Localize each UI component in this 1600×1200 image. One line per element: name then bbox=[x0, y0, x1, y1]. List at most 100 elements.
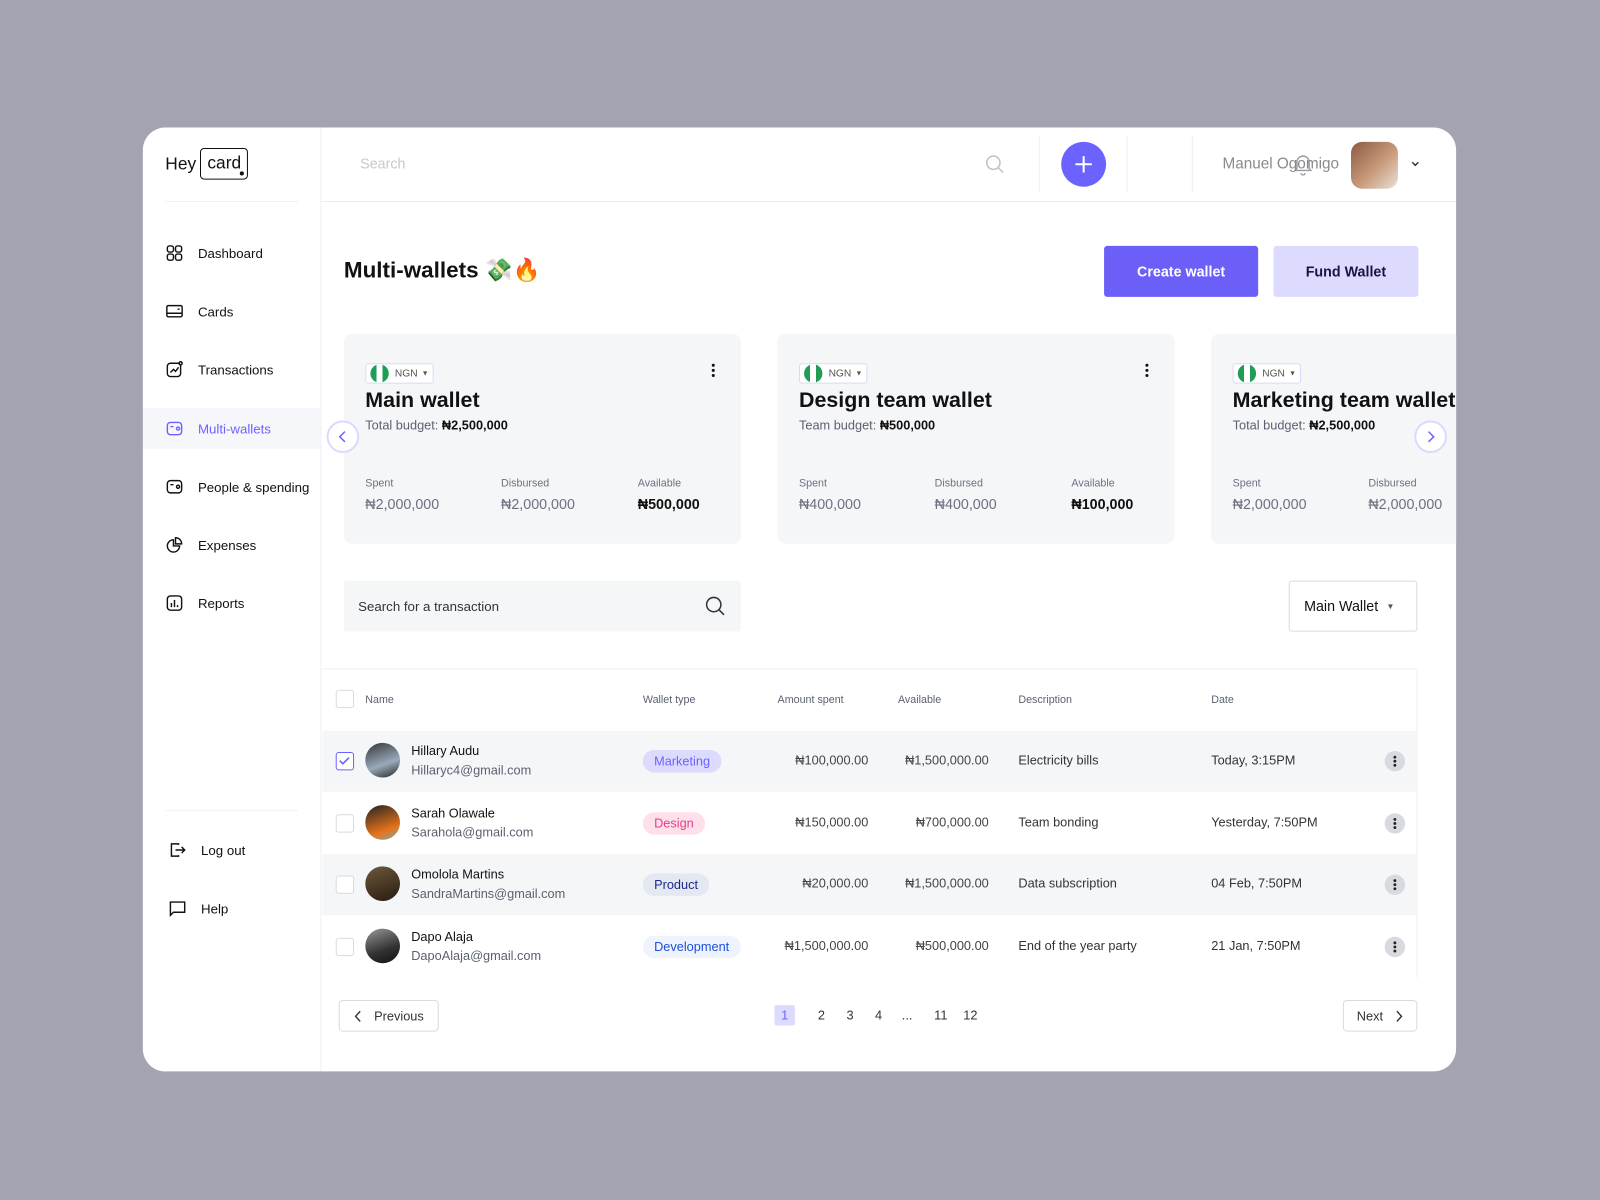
avatar bbox=[365, 928, 400, 964]
fund-wallet-button[interactable]: Fund Wallet bbox=[1273, 245, 1419, 297]
page-button[interactable]: 3 bbox=[840, 1005, 860, 1025]
available-amount: ₦1,500,000.00 bbox=[905, 876, 989, 892]
divider bbox=[1191, 135, 1193, 193]
currency-select[interactable]: NGN ▼ bbox=[798, 363, 868, 384]
budget-label: Team budget: bbox=[798, 418, 877, 433]
card-icon bbox=[166, 304, 183, 318]
next-button[interactable]: Next bbox=[1342, 999, 1418, 1032]
disbursed-value: ₦2,000,000 bbox=[501, 495, 575, 513]
row-checkbox[interactable] bbox=[335, 937, 355, 957]
table-row[interactable]: Omolola Martins SandraMartins@gmail.com … bbox=[322, 854, 1417, 916]
table-row[interactable]: Dapo Alaja DapoAlaja@gmail.com Developme… bbox=[322, 916, 1416, 977]
budget-label: Total budget: bbox=[365, 418, 439, 433]
more-options-icon bbox=[1393, 879, 1397, 891]
wallet-budget: Total budget: ₦2,500,000 bbox=[365, 418, 508, 432]
sidebar-item-label: Dashboard bbox=[197, 245, 263, 261]
caret-down-icon: ▼ bbox=[855, 369, 863, 378]
transaction-search-input[interactable]: Search for a transaction bbox=[343, 580, 741, 632]
column-header[interactable]: Description bbox=[1018, 694, 1072, 706]
divider bbox=[322, 668, 1417, 670]
wallet-select[interactable]: Main Wallet ▼ bbox=[1288, 580, 1418, 632]
available-label: Available bbox=[1071, 477, 1115, 490]
column-header[interactable]: Wallet type bbox=[643, 694, 696, 706]
page-button[interactable]: 4 bbox=[868, 1005, 888, 1025]
avatar[interactable] bbox=[1351, 141, 1398, 189]
logo[interactable]: Hey card bbox=[165, 147, 249, 180]
currency-select[interactable]: NGN ▼ bbox=[1232, 363, 1302, 384]
table-row[interactable]: Sarah Olawale Sarahola@gmail.com Design … bbox=[322, 793, 1416, 854]
select-all-checkbox[interactable] bbox=[335, 689, 355, 709]
carousel-prev-button[interactable] bbox=[328, 422, 358, 452]
sidebar-item-label: Transactions bbox=[197, 361, 274, 378]
sidebar-item-label: Reports bbox=[197, 595, 245, 611]
available-amount: ₦700,000.00 bbox=[915, 814, 989, 830]
column-header[interactable]: Date bbox=[1211, 694, 1234, 706]
currency-code: NGN bbox=[828, 367, 852, 380]
previous-button[interactable]: Previous bbox=[338, 999, 439, 1032]
chevron-right-icon bbox=[1428, 431, 1435, 443]
bar-chart-icon bbox=[166, 595, 183, 611]
wallet-card[interactable]: NGN ▼ Main wallet Total budget: ₦2,500,00… bbox=[343, 333, 741, 544]
date: Yesterday, 7:50PM bbox=[1211, 814, 1318, 830]
row-menu-button[interactable] bbox=[1384, 812, 1406, 834]
row-menu-button[interactable] bbox=[1384, 936, 1406, 958]
sidebar-item-help[interactable]: Help bbox=[143, 888, 321, 929]
table-row[interactable]: Hillary Audu Hillaryc4@gmail.com Marketi… bbox=[322, 730, 1417, 792]
sidebar-item-log-out[interactable]: Log out bbox=[143, 830, 321, 871]
budget-value: ₦500,000 bbox=[879, 418, 936, 433]
row-menu-button[interactable] bbox=[1384, 874, 1406, 896]
wallet-type-badge: Product bbox=[642, 873, 710, 897]
wallet-select-value: Main Wallet bbox=[1304, 597, 1379, 615]
column-header[interactable]: Name bbox=[365, 694, 394, 706]
row-checkbox[interactable] bbox=[335, 752, 355, 771]
person-email: SandraMartins@gmail.com bbox=[411, 887, 566, 902]
divider bbox=[165, 201, 298, 203]
column-header[interactable]: Available bbox=[898, 694, 941, 706]
search-input[interactable]: Search bbox=[360, 155, 405, 171]
sidebar-item-reports[interactable]: Reports bbox=[143, 583, 321, 624]
wallet-budget: Total budget: ₦2,500,000 bbox=[1233, 418, 1376, 432]
more-options-icon[interactable] bbox=[1144, 363, 1150, 378]
person-email: Sarahola@gmail.com bbox=[411, 825, 534, 840]
sidebar-item-multi-wallets[interactable]: Multi-wallets bbox=[142, 408, 321, 449]
add-button[interactable] bbox=[1061, 141, 1107, 187]
sidebar-item-expenses[interactable]: Expenses bbox=[143, 524, 321, 565]
currency-select[interactable]: NGN ▼ bbox=[365, 363, 434, 384]
sidebar-item-transactions[interactable]: Transactions bbox=[143, 349, 321, 390]
caret-down-icon: ▼ bbox=[421, 369, 429, 378]
person-name: Hillary Audu bbox=[411, 743, 480, 759]
logo-text: Hey bbox=[165, 153, 197, 173]
wallet-name: Design team wallet bbox=[798, 388, 992, 413]
divider bbox=[1416, 668, 1418, 978]
available-value: ₦100,000 bbox=[1071, 495, 1134, 513]
search-icon[interactable] bbox=[985, 154, 1005, 174]
row-checkbox[interactable] bbox=[335, 813, 355, 833]
wallet-card[interactable]: NGN ▼ Design team wallet Team budget: ₦50… bbox=[777, 333, 1175, 544]
more-options-icon bbox=[1393, 941, 1397, 953]
page-button[interactable]: 11 bbox=[931, 1005, 951, 1025]
wallet-type-badge: Design bbox=[642, 811, 706, 835]
carousel-next-button[interactable] bbox=[1416, 422, 1445, 452]
search-icon[interactable] bbox=[705, 596, 725, 616]
sidebar-item-label: People & spending bbox=[197, 479, 310, 495]
sidebar-item-cards[interactable]: Cards bbox=[143, 291, 321, 332]
page-button[interactable]: 2 bbox=[811, 1005, 831, 1025]
sidebar-item-dashboard[interactable]: Dashboard bbox=[143, 233, 321, 274]
sidebar-item-label: Cards bbox=[197, 303, 234, 319]
sidebar-item-people-spending[interactable]: People & spending bbox=[143, 466, 321, 507]
person-email: DapoAlaja@gmail.com bbox=[411, 949, 542, 964]
spent-label: Spent bbox=[365, 477, 394, 490]
chevron-down-icon[interactable] bbox=[1411, 161, 1419, 167]
chevron-right-icon bbox=[1396, 1010, 1403, 1022]
page-button[interactable]: 12 bbox=[960, 1005, 980, 1025]
page-button[interactable]: 1 bbox=[774, 1005, 795, 1026]
row-menu-button[interactable] bbox=[1384, 751, 1406, 772]
date: Today, 3:15PM bbox=[1211, 753, 1296, 768]
page-title: Multi-wallets 💸🔥 bbox=[343, 257, 541, 283]
more-options-icon[interactable] bbox=[710, 363, 716, 378]
row-checkbox[interactable] bbox=[335, 875, 355, 895]
column-header[interactable]: Amount spent bbox=[778, 694, 844, 706]
create-wallet-button[interactable]: Create wallet bbox=[1104, 245, 1259, 297]
divider bbox=[1038, 135, 1040, 193]
avatar bbox=[365, 866, 400, 902]
